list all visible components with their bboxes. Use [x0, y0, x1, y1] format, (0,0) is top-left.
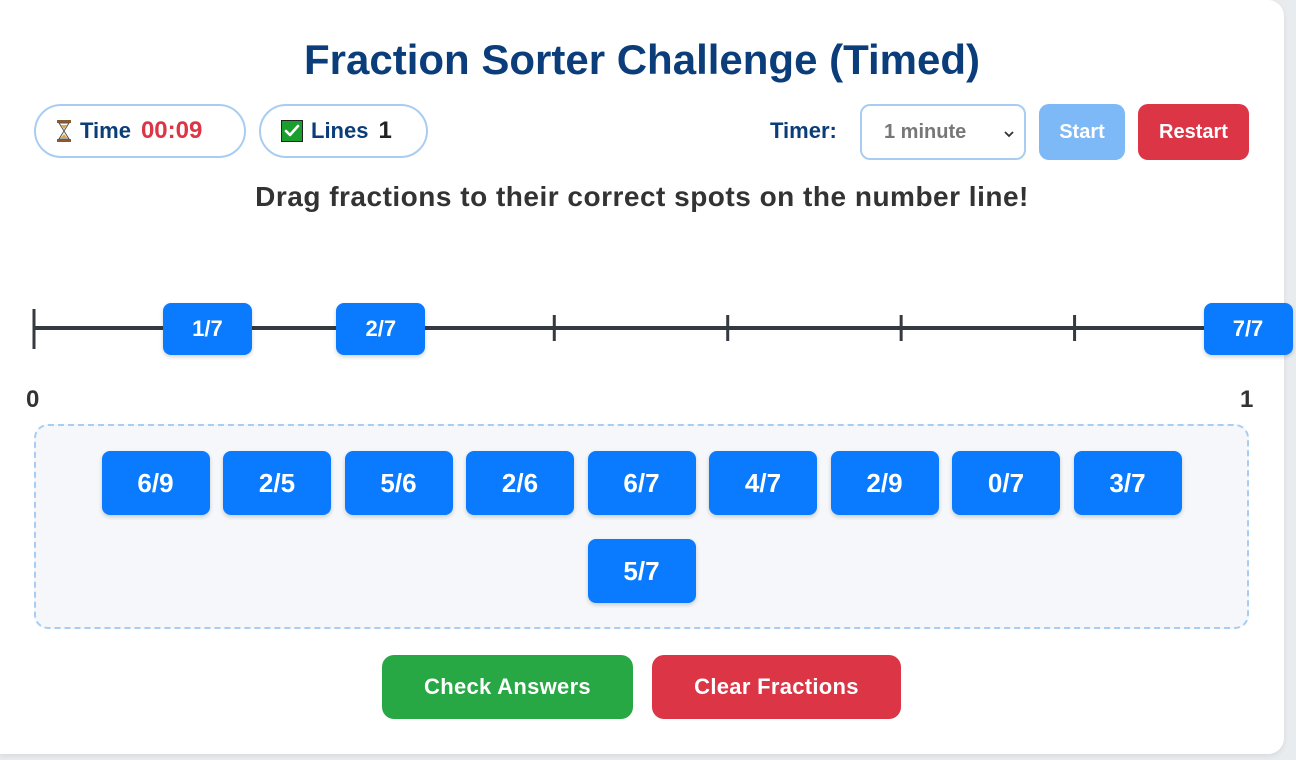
game-card: Fraction Sorter Challenge (Timed) Time 0… — [0, 0, 1293, 754]
check-box-icon — [281, 120, 303, 142]
fraction-tile[interactable]: 5/6 — [344, 451, 453, 515]
time-value: 00:09 — [140, 117, 203, 144]
fraction-tile[interactable]: 3/7 — [1073, 451, 1182, 515]
start-button[interactable]: Start — [1039, 104, 1125, 160]
fraction-tile[interactable]: 5/7 — [587, 539, 696, 603]
instructions: Drag fractions to their correct spots on… — [255, 181, 1029, 212]
fraction-tile[interactable]: 6/9 — [101, 451, 210, 515]
placed-fraction-tile[interactable]: 7/7 — [1203, 303, 1293, 355]
fraction-tile[interactable]: 6/7 — [587, 451, 696, 515]
restart-button[interactable]: Restart — [1138, 104, 1249, 160]
placed-fraction-tile[interactable]: 1/7 — [162, 303, 252, 355]
lines-label: Lines — [311, 118, 369, 143]
chevron-down-icon — [1002, 124, 1016, 147]
page-title: Fraction Sorter Challenge (Timed) — [304, 36, 980, 83]
fraction-tile[interactable]: 2/9 — [830, 451, 939, 515]
fraction-bank[interactable]: 6/9 2/5 5/6 2/6 6/7 4/7 2/9 0/7 3/7 5/7 — [34, 424, 1249, 629]
fraction-tile[interactable]: 2/5 — [223, 451, 331, 515]
time-stat: Time 00:09 — [34, 104, 246, 158]
lines-value: 1 — [378, 117, 392, 144]
fraction-tile[interactable]: 4/7 — [709, 451, 817, 515]
placed-fraction-tile[interactable]: 2/7 — [336, 303, 426, 355]
clear-fractions-button[interactable]: Clear Fractions — [652, 655, 901, 719]
check-answers-button[interactable]: Check Answers — [382, 655, 633, 719]
lines-stat: Lines 1 — [259, 104, 428, 158]
time-label: Time — [80, 118, 131, 143]
fraction-tile[interactable]: 2/6 — [466, 451, 574, 515]
timer-select[interactable]: 1 minute — [860, 104, 1026, 160]
hourglass-icon — [56, 119, 72, 143]
timer-label: Timer: — [770, 118, 837, 143]
number-line-start-label: 0 — [26, 386, 40, 413]
fraction-tile[interactable]: 0/7 — [952, 451, 1060, 515]
number-line-end-label: 1 — [1240, 386, 1254, 413]
timer-selected-value: 1 minute — [884, 120, 967, 143]
